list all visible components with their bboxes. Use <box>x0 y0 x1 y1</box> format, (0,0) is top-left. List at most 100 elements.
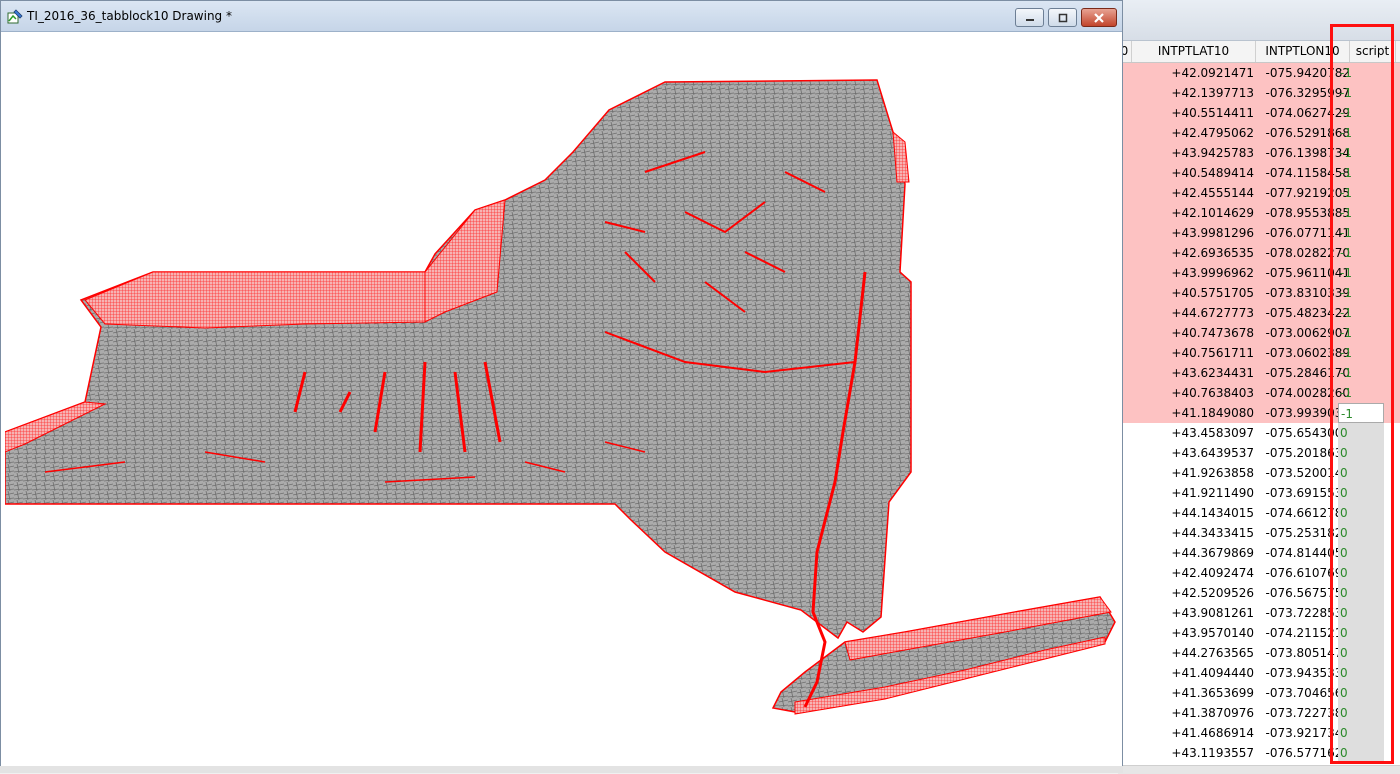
column-header-intptlat10[interactable]: INTPTLAT10 <box>1132 41 1256 62</box>
cell-script[interactable]: -1 <box>1338 283 1384 303</box>
table-row[interactable]: +42.5209526 -076.5675753 0 <box>1118 583 1400 603</box>
table-row[interactable]: +43.6234431 -075.2846170 -1 <box>1118 363 1400 383</box>
cell-intptlat10[interactable]: +43.9981296 <box>1158 223 1254 243</box>
cell-intptlon10[interactable]: -073.7227383 <box>1256 703 1351 723</box>
cell-intptlon10[interactable]: -076.3295997 <box>1256 83 1351 103</box>
cell-intptlon10[interactable]: -075.6543000 <box>1256 423 1351 443</box>
cell-intptlon10[interactable]: -077.9219205 <box>1256 183 1351 203</box>
cell-intptlat10[interactable]: +44.6727773 <box>1158 303 1254 323</box>
cell-intptlon10[interactable]: -076.5771621 <box>1256 743 1351 763</box>
cell-intptlat10[interactable]: +40.7638403 <box>1158 383 1254 403</box>
table-row[interactable]: +44.6727773 -075.4823422 -1 <box>1118 303 1400 323</box>
cell-script[interactable]: -1 <box>1338 63 1384 83</box>
table-row[interactable]: +40.7638403 -074.0028260 -1 <box>1118 383 1400 403</box>
cell-script[interactable]: 0 <box>1338 443 1384 463</box>
table-row[interactable]: +40.5751705 -073.8310339 -1 <box>1118 283 1400 303</box>
cell-script[interactable]: -1 <box>1338 163 1384 183</box>
table-row[interactable]: +44.2763565 -073.8051476 0 <box>1118 643 1400 663</box>
cell-intptlon10[interactable]: -076.5675753 <box>1256 583 1351 603</box>
cell-intptlat10[interactable]: +41.9263858 <box>1158 463 1254 483</box>
table-row[interactable]: +42.1014629 -078.9553885 -1 <box>1118 203 1400 223</box>
maximize-button[interactable] <box>1048 8 1077 27</box>
cell-intptlon10[interactable]: -075.4823422 <box>1256 303 1351 323</box>
column-header-script[interactable]: script <box>1350 41 1396 62</box>
cell-script[interactable]: -1 <box>1338 403 1384 423</box>
title-bar[interactable]: TI_2016_36_tabblock10 Drawing * <box>1 1 1122 32</box>
table-row[interactable]: +43.9981296 -076.0771141 -1 <box>1118 223 1400 243</box>
cell-intptlon10[interactable]: -074.0028260 <box>1256 383 1351 403</box>
table-row[interactable]: +43.9081261 -073.7228535 0 <box>1118 603 1400 623</box>
cell-intptlon10[interactable]: -075.9420782 <box>1256 63 1351 83</box>
cell-intptlon10[interactable]: -075.9611041 <box>1256 263 1351 283</box>
cell-script[interactable]: -1 <box>1338 363 1384 383</box>
cell-script[interactable]: 0 <box>1338 483 1384 503</box>
table-row[interactable]: +42.6936535 -078.0282270 -1 <box>1118 243 1400 263</box>
cell-intptlon10[interactable]: -078.0282270 <box>1256 243 1351 263</box>
table-row[interactable]: +40.7473678 -073.0062907 -1 <box>1118 323 1400 343</box>
cell-intptlat10[interactable]: +42.4092474 <box>1158 563 1254 583</box>
cell-intptlat10[interactable]: +40.5751705 <box>1158 283 1254 303</box>
cell-intptlon10[interactable]: -076.5291868 <box>1256 123 1351 143</box>
cell-intptlon10[interactable]: -073.9217340 <box>1256 723 1351 743</box>
cell-intptlon10[interactable]: -075.2531821 <box>1256 523 1351 543</box>
cell-intptlat10[interactable]: +42.1397713 <box>1158 83 1254 103</box>
cell-intptlon10[interactable]: -073.6915535 <box>1256 483 1351 503</box>
cell-script[interactable]: 0 <box>1338 723 1384 743</box>
cell-intptlat10[interactable]: +44.2763565 <box>1158 643 1254 663</box>
cell-intptlon10[interactable]: -074.1158458 <box>1256 163 1351 183</box>
cell-intptlat10[interactable]: +40.5489414 <box>1158 163 1254 183</box>
cell-script[interactable]: 0 <box>1338 503 1384 523</box>
cell-script[interactable]: 0 <box>1338 563 1384 583</box>
column-header-intptlon10[interactable]: INTPTLON10 <box>1256 41 1350 62</box>
cell-intptlat10[interactable]: +41.1849080 <box>1158 403 1254 423</box>
cell-intptlon10[interactable]: -078.9553885 <box>1256 203 1351 223</box>
table-row[interactable]: +42.4795062 -076.5291868 -1 <box>1118 123 1400 143</box>
cell-intptlat10[interactable]: +44.1434015 <box>1158 503 1254 523</box>
cell-script[interactable]: 0 <box>1338 423 1384 443</box>
cell-intptlon10[interactable]: -073.5200148 <box>1256 463 1351 483</box>
table-row[interactable]: +41.4686914 -073.9217340 0 <box>1118 723 1400 743</box>
cell-intptlon10[interactable]: -074.6612788 <box>1256 503 1351 523</box>
cell-script[interactable]: -1 <box>1338 223 1384 243</box>
cell-intptlon10[interactable]: -073.7228535 <box>1256 603 1351 623</box>
cell-intptlat10[interactable]: +44.3679869 <box>1158 543 1254 563</box>
cell-script[interactable]: 0 <box>1338 523 1384 543</box>
table-row[interactable]: +43.1193557 -076.5771621 0 <box>1118 743 1400 763</box>
minimize-button[interactable] <box>1015 8 1044 27</box>
cell-intptlon10[interactable]: -073.8310339 <box>1256 283 1351 303</box>
table-row[interactable]: +40.5514411 -074.0627429 -1 <box>1118 103 1400 123</box>
table-row[interactable]: +44.3679869 -074.8144051 0 <box>1118 543 1400 563</box>
table-row[interactable]: +41.1849080 -073.9939033 -1 <box>1118 403 1400 423</box>
cell-intptlat10[interactable]: +43.9425783 <box>1158 143 1254 163</box>
cell-intptlat10[interactable]: +43.6234431 <box>1158 363 1254 383</box>
table-row[interactable]: +41.9263858 -073.5200148 0 <box>1118 463 1400 483</box>
cell-intptlat10[interactable]: +42.5209526 <box>1158 583 1254 603</box>
table-row[interactable]: +43.9996962 -075.9611041 -1 <box>1118 263 1400 283</box>
table-row[interactable]: +43.4583097 -075.6543000 0 <box>1118 423 1400 443</box>
cell-intptlat10[interactable]: +41.3870976 <box>1158 703 1254 723</box>
close-button[interactable] <box>1081 8 1117 27</box>
cell-script[interactable]: -1 <box>1338 323 1384 343</box>
cell-script[interactable]: -1 <box>1338 383 1384 403</box>
cell-intptlon10[interactable]: -076.6107696 <box>1256 563 1351 583</box>
cell-script[interactable]: -1 <box>1338 183 1384 203</box>
table-row[interactable]: +42.1397713 -076.3295997 -1 <box>1118 83 1400 103</box>
table-row[interactable]: +41.3653699 -073.7046560 0 <box>1118 683 1400 703</box>
cell-script[interactable]: 0 <box>1338 603 1384 623</box>
cell-intptlon10[interactable]: -074.2115215 <box>1256 623 1351 643</box>
cell-intptlat10[interactable]: +41.3653699 <box>1158 683 1254 703</box>
cell-intptlat10[interactable]: +41.9211490 <box>1158 483 1254 503</box>
table-row[interactable]: +42.4092474 -076.6107696 0 <box>1118 563 1400 583</box>
cell-intptlat10[interactable]: +42.4795062 <box>1158 123 1254 143</box>
cell-script[interactable]: 0 <box>1338 583 1384 603</box>
cell-script[interactable]: -1 <box>1338 203 1384 223</box>
cell-script[interactable]: 0 <box>1338 623 1384 643</box>
cell-intptlon10[interactable]: -073.0602389 <box>1256 343 1351 363</box>
cell-intptlat10[interactable]: +43.9570140 <box>1158 623 1254 643</box>
cell-intptlon10[interactable]: -076.1398734 <box>1256 143 1351 163</box>
cell-intptlat10[interactable]: +42.1014629 <box>1158 203 1254 223</box>
table-row[interactable]: +41.9211490 -073.6915535 0 <box>1118 483 1400 503</box>
cell-script[interactable]: 0 <box>1338 683 1384 703</box>
cell-script[interactable]: -1 <box>1338 243 1384 263</box>
cell-intptlon10[interactable]: -073.8051476 <box>1256 643 1351 663</box>
